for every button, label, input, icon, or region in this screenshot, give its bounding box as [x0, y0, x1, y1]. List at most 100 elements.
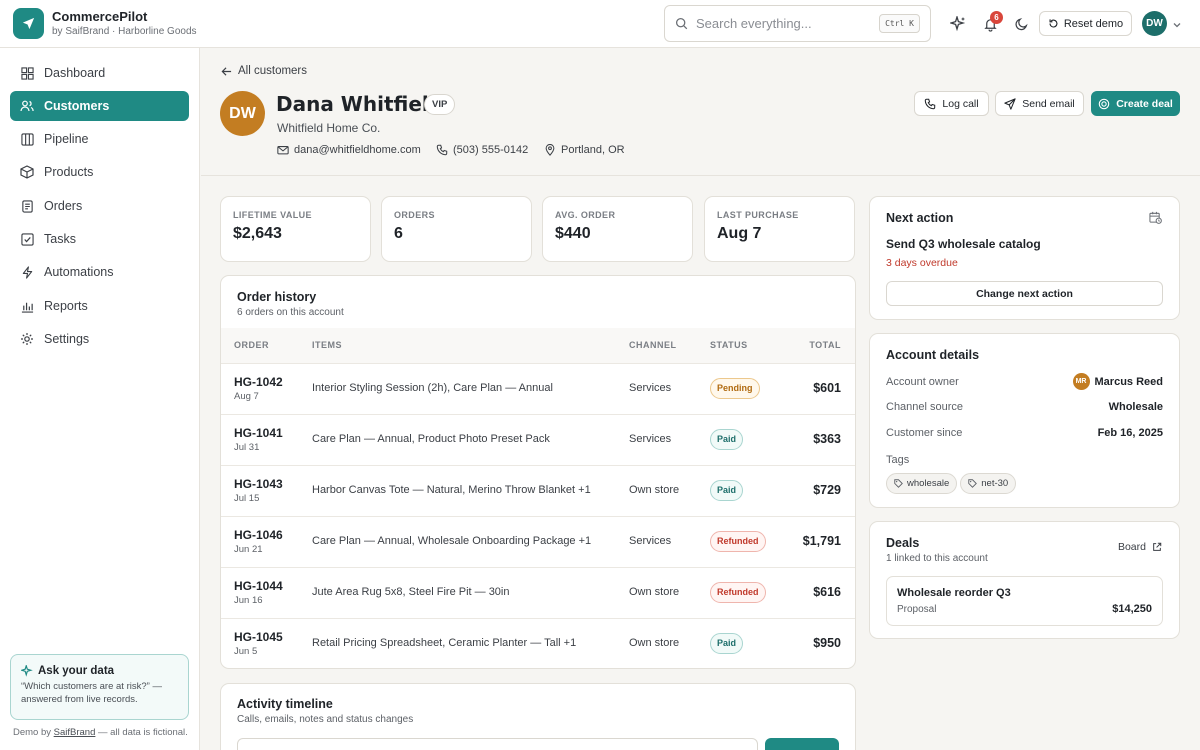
- col-items[interactable]: ITEMS: [312, 328, 342, 362]
- send-email-button[interactable]: Send email: [995, 91, 1084, 116]
- vip-badge: VIP: [424, 94, 456, 115]
- order-total: $950: [813, 636, 841, 650]
- order-date: Aug 7: [234, 391, 259, 402]
- table-row[interactable]: HG-1044 Jun 16 Jute Area Rug 5x8, Steel F…: [221, 568, 855, 619]
- stat-last-purchase: LAST PURCHASE Aug 7: [704, 196, 855, 262]
- app-subtitle: by SaifBrand · Harborline Goods: [52, 26, 197, 37]
- order-date: Jul 31: [234, 442, 260, 453]
- tag-chip[interactable]: wholesale: [886, 473, 958, 494]
- table-row[interactable]: HG-1041 Jul 31 Care Plan — Annual, Produc…: [221, 415, 855, 466]
- log-call-button[interactable]: Log call: [914, 91, 989, 116]
- sidebar-item-label: Customers: [44, 99, 110, 113]
- tag-chip[interactable]: net-30: [960, 473, 1017, 494]
- col-status[interactable]: STATUS: [710, 328, 748, 362]
- app-name: CommercePilot: [52, 9, 148, 24]
- reset-demo-button[interactable]: Reset demo: [1039, 11, 1132, 36]
- sidebar-item-label: Products: [44, 165, 94, 179]
- add-note-button[interactable]: [765, 738, 839, 750]
- table-row[interactable]: HG-1045 Jun 5 Retail Pricing Spreadsheet,…: [221, 619, 855, 668]
- sidebar-footer: Demo by SaifBrand — all data is fictiona…: [13, 727, 188, 738]
- bell-icon[interactable]: 6: [979, 11, 1003, 35]
- columns-icon: [20, 132, 34, 146]
- mail-icon: [277, 146, 289, 155]
- board-link[interactable]: Board: [1118, 541, 1162, 553]
- grid-icon: [20, 66, 34, 80]
- order-date: Jun 16: [234, 595, 263, 606]
- customer-email[interactable]: dana@whitfieldhome.com: [277, 144, 421, 156]
- sidebar-item-tasks[interactable]: Tasks: [10, 224, 189, 254]
- footer-brand-link[interactable]: SaifBrand: [54, 727, 96, 738]
- deals-title: Deals: [886, 536, 920, 550]
- change-next-action-button[interactable]: Change next action: [886, 281, 1163, 306]
- search-input[interactable]: Search everything... Ctrl K: [664, 5, 931, 42]
- next-action-title: Next action: [886, 211, 954, 225]
- tag-icon: [968, 479, 978, 488]
- table-row[interactable]: HG-1043 Jul 15 Harbor Canvas Tote — Natur…: [221, 466, 855, 517]
- table-row[interactable]: HG-1042 Aug 7 Interior Styling Session (2…: [221, 364, 855, 415]
- checkbox-icon: [20, 232, 34, 246]
- tag-label: net-30: [981, 478, 1009, 489]
- send-email-label: Send email: [1022, 97, 1075, 110]
- sidebar-item-orders[interactable]: Orders: [10, 191, 189, 221]
- sidebar-item-settings[interactable]: Settings: [10, 324, 189, 354]
- sidebar-item-dashboard[interactable]: Dashboard: [10, 58, 189, 88]
- order-history-card: Order history 6 orders on this account O…: [220, 275, 856, 669]
- order-date: Jun 5: [234, 646, 258, 657]
- sparkle-icon[interactable]: [947, 13, 969, 35]
- map-pin-icon: [545, 144, 555, 156]
- status-badge: Paid: [710, 633, 744, 654]
- tag-list: wholesale net-30: [886, 473, 1019, 494]
- order-items: Harbor Canvas Tote — Natural, Merino Thr…: [312, 484, 591, 496]
- external-link-icon: [1153, 542, 1162, 551]
- moon-icon[interactable]: [1011, 13, 1033, 35]
- account-owner-value[interactable]: Marcus Reed: [1095, 376, 1163, 388]
- timeline-subtitle: Calls, emails, notes and status changes: [237, 714, 414, 725]
- sidebar-item-products[interactable]: Products: [10, 157, 189, 187]
- document-icon: [20, 199, 34, 213]
- sidebar-item-pipeline[interactable]: Pipeline: [10, 124, 189, 154]
- top-bar: CommercePilot by SaifBrand · Harborline …: [0, 0, 1200, 48]
- chevron-down-icon[interactable]: [1172, 18, 1182, 33]
- sidebar-item-label: Tasks: [44, 232, 76, 246]
- stat-value: Aug 7: [717, 225, 762, 242]
- reset-demo-label: Reset demo: [1063, 17, 1124, 30]
- sidebar-item-label: Reports: [44, 299, 88, 313]
- order-channel: Services: [629, 382, 672, 394]
- deal-item[interactable]: Wholesale reorder Q3 Proposal $14,250: [886, 576, 1163, 626]
- col-order[interactable]: ORDER: [234, 328, 269, 362]
- order-id: HG-1044: [234, 579, 283, 593]
- stat-label: ORDERS: [394, 210, 435, 220]
- sidebar-item-reports[interactable]: Reports: [10, 291, 189, 321]
- col-channel[interactable]: CHANNEL: [629, 328, 677, 362]
- order-total: $1,791: [802, 534, 841, 548]
- tags-row: Tags: [886, 454, 1163, 466]
- ask-your-data-card[interactable]: Ask your data “Which customers are at ri…: [10, 654, 189, 720]
- customer-phone[interactable]: (503) 555-0142: [436, 144, 528, 156]
- board-label: Board: [1117, 541, 1146, 553]
- create-deal-button[interactable]: Create deal: [1091, 91, 1180, 116]
- sidebar-item-customers[interactable]: Customers: [10, 91, 189, 121]
- tag-label: wholesale: [907, 478, 950, 489]
- calendar-clock-icon[interactable]: [1149, 211, 1162, 227]
- stat-label: LAST PURCHASE: [717, 210, 799, 220]
- customer-name: Dana Whitfield: [276, 92, 444, 116]
- table-row[interactable]: HG-1046 Jun 21 Care Plan — Annual, Wholes…: [221, 517, 855, 568]
- sidebar-item-automations[interactable]: Automations: [10, 257, 189, 287]
- sidebar: Dashboard Customers Pipeline Products Or…: [0, 48, 200, 750]
- note-input[interactable]: [237, 738, 758, 750]
- footer-suffix: — all data is fictional.: [95, 727, 188, 738]
- stat-label: LIFETIME VALUE: [233, 210, 312, 220]
- user-avatar[interactable]: DW: [1142, 11, 1167, 36]
- order-items: Care Plan — Annual, Wholesale Onboarding…: [312, 535, 592, 547]
- order-id: HG-1041: [234, 426, 283, 440]
- back-link[interactable]: All customers: [221, 65, 307, 77]
- ask-description: “Which customers are at risk?” — answere…: [21, 681, 162, 705]
- order-channel: Own store: [629, 484, 680, 496]
- col-total[interactable]: TOTAL: [809, 328, 841, 362]
- order-items: Care Plan — Annual, Product Photo Preset…: [312, 433, 550, 445]
- owner-avatar: MR: [1072, 373, 1090, 390]
- customer-location-text: Portland, OR: [561, 144, 625, 156]
- footer-prefix: Demo by: [13, 727, 54, 738]
- brand[interactable]: CommercePilot by SaifBrand · Harborline …: [13, 8, 197, 39]
- order-items: Interior Styling Session (2h), Care Plan…: [312, 382, 553, 394]
